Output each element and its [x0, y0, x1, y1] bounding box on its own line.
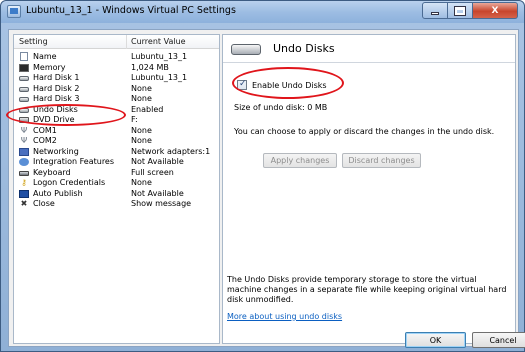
settings-row-hard-disk-1[interactable]: Hard Disk 1 Lubuntu_13_1	[14, 73, 219, 84]
setting-name: Logon Credentials	[33, 178, 106, 187]
maximize-button[interactable]	[447, 2, 473, 19]
apply-changes-button[interactable]: Apply changes	[263, 153, 337, 168]
setting-name: Keyboard	[33, 167, 71, 177]
settings-rows: Name Lubuntu_13_1 Memory 1,024 MB Hard Disk …	[14, 52, 219, 210]
setting-value: F:	[131, 115, 138, 124]
column-divider[interactable]	[126, 35, 127, 49]
close-icon: X	[491, 5, 499, 16]
settings-row-hard-disk-3[interactable]: Hard Disk 3 None	[14, 94, 219, 105]
dvd-drive-icon	[19, 117, 29, 123]
settings-row-memory[interactable]: Memory 1,024 MB	[14, 63, 219, 74]
more-about-undo-disks-link[interactable]: More about using undo disks	[227, 312, 342, 321]
settings-row-auto-publish[interactable]: Auto Publish Not Available	[14, 189, 219, 200]
setting-name: Integration Features	[33, 157, 115, 166]
minimize-icon	[431, 12, 439, 15]
setting-column-header[interactable]: Setting	[19, 37, 48, 46]
settings-row-logon-credentials[interactable]: ⚷ Logon Credentials None	[14, 178, 219, 189]
memory-icon	[19, 63, 29, 72]
discard-changes-button[interactable]: Discard changes	[342, 153, 421, 168]
hard-disk-icon	[19, 86, 29, 92]
integration-icon	[19, 158, 29, 166]
settings-row-hard-disk-2[interactable]: Hard Disk 2 None	[14, 84, 219, 95]
detail-pane: Undo Disks Enable Undo Disks Size of und…	[222, 34, 525, 348]
window-title: Lubuntu_13_1 - Windows Virtual PC Settin…	[26, 5, 236, 16]
network-icon	[19, 147, 29, 156]
settings-row-networking[interactable]: Networking Network adapters:1	[14, 147, 219, 158]
setting-name: Hard Disk 3	[33, 94, 80, 103]
setting-name: Memory	[33, 62, 66, 72]
close-x-icon: ✖	[20, 199, 28, 208]
setting-value: Lubuntu_13_1	[131, 73, 188, 82]
setting-name: COM2	[33, 136, 57, 145]
maximize-icon	[454, 5, 466, 16]
cancel-button[interactable]: Cancel	[472, 332, 525, 348]
setting-value: None	[131, 83, 152, 93]
hard-disk-icon	[19, 107, 29, 113]
setting-name: COM1	[33, 125, 57, 135]
detail-header: Undo Disks	[223, 35, 515, 61]
setting-name: Hard Disk 1	[33, 73, 80, 82]
setting-value: 1,024 MB	[131, 62, 169, 72]
setting-name: Auto Publish	[33, 188, 83, 198]
setting-name: Undo Disks	[33, 104, 78, 114]
current-value-column-header[interactable]: Current Value	[131, 37, 186, 46]
settings-row-close[interactable]: ✖ Close Show message	[14, 199, 219, 210]
undo-disk-size: Size of undo disk: 0 MB	[234, 103, 328, 112]
setting-name: DVD Drive	[33, 115, 75, 124]
com-port-icon: Ψ	[20, 136, 28, 145]
settings-row-com1[interactable]: Ψ COM1 None	[14, 126, 219, 137]
settings-row-keyboard[interactable]: Keyboard Full screen	[14, 168, 219, 179]
setting-value: None	[131, 136, 152, 145]
setting-value: Not Available	[131, 188, 184, 198]
hard-disk-icon	[19, 97, 29, 102]
setting-name: Name	[33, 52, 57, 61]
settings-row-undo-disks[interactable]: Undo Disks Enabled	[14, 105, 219, 116]
settings-row-name[interactable]: Name Lubuntu_13_1	[14, 52, 219, 63]
settings-row-dvd-drive[interactable]: DVD Drive F:	[14, 115, 219, 126]
setting-value: Show message	[131, 199, 192, 208]
title-bar[interactable]: Lubuntu_13_1 - Windows Virtual PC Settin…	[1, 1, 524, 23]
setting-value: Full screen	[131, 167, 174, 177]
settings-row-com2[interactable]: Ψ COM2 None	[14, 136, 219, 147]
close-window-button[interactable]: X	[472, 2, 518, 19]
ok-button[interactable]: OK	[405, 332, 466, 348]
hard-disk-icon	[19, 76, 29, 81]
settings-window: Lubuntu_13_1 - Windows Virtual PC Settin…	[0, 0, 525, 352]
setting-value: Network adapters:1	[131, 146, 211, 156]
setting-name: Networking	[33, 146, 79, 156]
publish-icon	[19, 189, 29, 198]
document-icon	[20, 52, 28, 61]
detail-title: Undo Disks	[273, 42, 335, 55]
setting-value: Lubuntu_13_1	[131, 52, 188, 61]
settings-list: Setting Current Value Name Lubuntu_13_1 Me…	[13, 34, 220, 344]
minimize-button[interactable]	[422, 2, 448, 19]
keyboard-icon	[19, 170, 29, 176]
settings-list-header: Setting Current Value	[14, 35, 219, 49]
com-port-icon: Ψ	[20, 125, 28, 135]
setting-value: Not Available	[131, 157, 184, 166]
undo-disk-info: You can choose to apply or discard the c…	[234, 127, 495, 136]
setting-value: None	[131, 178, 152, 187]
setting-name: Hard Disk 2	[33, 83, 80, 93]
setting-value: Enabled	[131, 104, 164, 114]
setting-name: Close	[33, 199, 55, 208]
undo-disks-description: The Undo Disks provide temporary storage…	[227, 275, 507, 304]
settings-row-integration-features[interactable]: Integration Features Not Available	[14, 157, 219, 168]
virtual-pc-app-icon	[7, 5, 21, 18]
setting-value: None	[131, 94, 152, 103]
undo-disk-icon	[231, 44, 261, 55]
enable-undo-disks-label[interactable]: Enable Undo Disks	[252, 81, 327, 90]
enable-undo-disks-checkbox[interactable]	[237, 79, 247, 90]
enable-undo-disks-checkbox-row[interactable]: Enable Undo Disks	[237, 79, 327, 91]
key-icon: ⚷	[21, 178, 27, 187]
dialog-body: Setting Current Value Name Lubuntu_13_1 Me…	[6, 29, 525, 348]
header-divider	[223, 62, 515, 63]
setting-value: None	[131, 125, 152, 135]
